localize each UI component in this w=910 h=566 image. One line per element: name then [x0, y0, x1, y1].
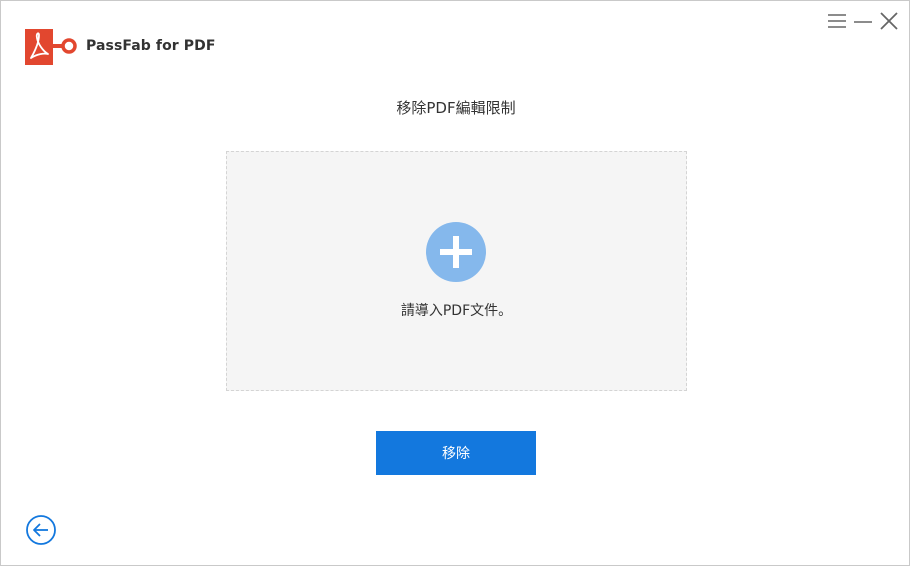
app-name: PassFab for PDF [86, 38, 216, 54]
close-icon[interactable] [879, 11, 899, 31]
plus-circle-icon[interactable] [426, 222, 486, 282]
remove-button[interactable]: 移除 [376, 431, 536, 475]
drop-hint-text: 請導入PDF文件。 [400, 303, 513, 319]
window-controls [827, 11, 899, 31]
app-window: PassFab for PDF 移除PDF編輯限制 請導入PDF文件。 移除 [0, 0, 910, 566]
page-title: 移除PDF編輯限制 [396, 99, 516, 117]
arrow-left-circle-icon[interactable] [25, 514, 57, 546]
hamburger-menu-icon[interactable] [827, 11, 847, 31]
passfab-pdf-logo-icon [25, 29, 77, 65]
minimize-icon[interactable] [853, 11, 873, 31]
pdf-drop-zone[interactable]: 請導入PDF文件。 [226, 151, 687, 391]
